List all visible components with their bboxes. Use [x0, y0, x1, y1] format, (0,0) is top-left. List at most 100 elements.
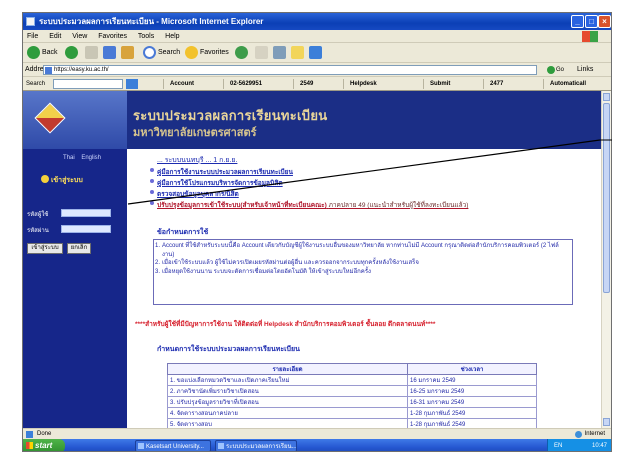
vertical-scrollbar[interactable] [601, 91, 611, 428]
login-sidebar: Thai English เข้าสู่ระบบ รหัสผู้ใช้ รหัส… [23, 149, 127, 428]
search-label[interactable]: Search [158, 49, 180, 56]
lang-english-link[interactable]: English [81, 155, 101, 161]
forward-arrow-icon[interactable] [65, 46, 78, 59]
messenger-icon[interactable] [309, 46, 322, 59]
refresh-icon[interactable] [103, 46, 116, 59]
schedule-col-detail: รายละเอียด [167, 363, 408, 375]
figure-frame: ระบบประมวลผลการเรียนทะเบียน - Microsoft … [0, 0, 620, 460]
username-input[interactable] [61, 209, 111, 217]
back-arrow-icon[interactable] [27, 46, 40, 59]
news-link-3[interactable]: ตรวจสอบข้อมูลบุคลากร/นิสิต [150, 189, 239, 199]
table-cell: 1-28 กุมภาพันธ์ 2549 [407, 407, 537, 419]
table-cell: 1-28 กุมภาพันธ์ 2549 [407, 418, 537, 428]
status-text: Done [37, 431, 52, 437]
menu-view[interactable]: View [72, 33, 87, 40]
favorites-label[interactable]: Favorites [200, 49, 229, 56]
history-icon[interactable] [235, 46, 248, 59]
notice-item-1: Account ที่ใช้สำหรับระบบนี้คือ Account เ… [155, 242, 568, 259]
scroll-down-arrow-icon[interactable] [603, 418, 610, 426]
quicklink-automatically[interactable]: Automaticall [543, 79, 586, 89]
table-cell: 16-25 มกราคม 2549 [407, 385, 537, 397]
menu-edit[interactable]: Edit [49, 33, 61, 40]
site-subtitle: มหาวิทยาลัยเกษตรศาสตร์ [133, 127, 257, 139]
page-icon [45, 67, 52, 74]
language-indicator[interactable]: EN [554, 443, 562, 449]
window-titlebar: ระบบประมวลผลการเรียนทะเบียน - Microsoft … [23, 13, 611, 30]
news-link-4[interactable]: ปรับปรุงข้อมูลการเข้าใช้ระบบ(สำหรับเจ้าห… [149, 200, 469, 210]
notice-heading: ข้อกำหนดการใช้ [157, 229, 209, 236]
quicklink-phone[interactable]: 02-5629951 [223, 79, 262, 89]
toolbar-search-button[interactable] [126, 79, 138, 89]
quicklink-account[interactable]: Account [163, 79, 194, 89]
login-title: เข้าสู่ระบบ [41, 175, 83, 184]
print-icon[interactable] [273, 46, 286, 59]
folder-icon[interactable] [291, 46, 304, 59]
login-button[interactable]: เข้าสู่ระบบ [27, 243, 63, 254]
scroll-thumb[interactable] [603, 103, 610, 293]
table-cell: 5. จัดตารางสอบ [167, 418, 408, 428]
username-label: รหัสผู้ใช้ [27, 212, 49, 218]
cancel-button[interactable]: ยกเลิก [67, 243, 91, 254]
browser-toolbar: Back Search Favorites [23, 43, 611, 63]
main-content: ... ระบบนนทบุรี ... 1 ก.ย.ย. คู่มือการใช… [127, 149, 601, 428]
start-button[interactable]: start [23, 439, 65, 451]
news-heading: ... ระบบนนทบุรี ... 1 ก.ย.ย. [157, 157, 238, 164]
logo-panel [23, 91, 127, 149]
table-cell: 1. ขอแบ่งเลือกหมวดวิชาและเปิดภาคเรียนใหม… [167, 374, 408, 386]
table-row: 3. ปรับปรุงข้อมูลรายวิชาที่เปิดสอน 16-31… [167, 396, 537, 408]
status-bar: Done Internet [23, 428, 611, 439]
quicklink-2549[interactable]: 2549 [293, 79, 313, 89]
taskbar-item-1[interactable]: Kasetsart University... [135, 440, 211, 451]
favorites-star-icon[interactable] [185, 46, 198, 59]
news-link-2[interactable]: คู่มือการใช้โปรแกรมบริหารจัดการข้อมูลนิส… [150, 178, 283, 188]
mail-icon[interactable] [255, 46, 268, 59]
quicklink-submit[interactable]: Submit [423, 79, 450, 89]
table-row: 2. ภาควิชานัดเพิ่มรายวิชาเปิดสอน 16-25 ม… [167, 385, 537, 397]
maximize-button[interactable]: □ [585, 15, 598, 28]
lang-thai-link[interactable]: Thai [63, 155, 75, 161]
window-title: ระบบประมวลผลการเรียนทะเบียน - Microsoft … [39, 17, 264, 26]
quicklink-2477[interactable]: 2477 [483, 79, 503, 89]
news-link-4-text: ปรับปรุงข้อมูลการเข้าใช้ระบบ(สำหรับเจ้าห… [157, 202, 327, 209]
table-cell: 16 มกราคม 2549 [407, 374, 537, 386]
scroll-up-arrow-icon[interactable] [603, 93, 610, 101]
menu-file[interactable]: File [27, 33, 38, 40]
menu-favorites[interactable]: Favorites [98, 33, 127, 40]
schedule-heading: กำหนดการใช้ระบบประมวลผลการเรียนทะเบียน [157, 346, 300, 353]
minimize-button[interactable]: _ [571, 15, 584, 28]
links-toolbar: Search Account 02-5629951 2549 Helpdesk … [23, 77, 611, 91]
home-icon[interactable] [121, 46, 134, 59]
address-bar: Address https://easy.ku.ac.th/ Go Links [23, 63, 611, 77]
news-link-1[interactable]: คู่มือการใช้งานระบบประมวลผลการเรียนทะเบี… [150, 167, 293, 177]
browser-screenshot: ระบบประมวลผลการเรียนทะเบียน - Microsoft … [22, 12, 612, 452]
menu-tools[interactable]: Tools [138, 33, 154, 40]
clock: 10:47 [591, 443, 607, 449]
close-button[interactable]: × [598, 15, 611, 28]
language-switch: Thai English [63, 155, 106, 161]
menu-bar: File Edit View Favorites Tools Help [23, 30, 611, 43]
search-icon[interactable] [143, 46, 156, 59]
links-label[interactable]: Links [577, 63, 593, 77]
system-tray: EN 10:47 [547, 439, 611, 451]
table-cell: 16-31 มกราคม 2549 [407, 396, 537, 408]
schedule-col-period: ช่วงเวลา [407, 363, 537, 375]
address-input[interactable]: https://easy.ku.ac.th/ [43, 65, 537, 75]
go-button[interactable]: Go [547, 65, 571, 75]
windows-logo-icon [582, 31, 598, 42]
news-link-4-note: ภาคปลาย 49 (แนะนำสำหรับผู้ใช้ที่ลงทะเบีย… [328, 202, 469, 209]
table-row: 5. จัดตารางสอบ 1-28 กุมภาพันธ์ 2549 [167, 418, 537, 428]
notice-item-3: เมื่อหยุดใช้งานนาน ระบบจะตัดการเชื่อมต่อ… [155, 268, 568, 277]
quicklink-helpdesk[interactable]: Helpdesk [343, 79, 377, 89]
page-content: ระบบประมวลผลการเรียนทะเบียน มหาวิทยาลัยเ… [23, 91, 601, 428]
taskbar-item-2[interactable]: ระบบประมวลผลการเรียน... [215, 440, 297, 451]
stop-icon[interactable] [85, 46, 98, 59]
site-header: ระบบประมวลผลการเรียนทะเบียน มหาวิทยาลัยเ… [23, 91, 601, 149]
notice-box: Account ที่ใช้สำหรับระบบนี้คือ Account เ… [153, 239, 573, 305]
back-label[interactable]: Back [42, 49, 58, 56]
table-cell: 2. ภาควิชานัดเพิ่มรายวิชาเปิดสอน [167, 385, 408, 397]
menu-help[interactable]: Help [165, 33, 179, 40]
password-label: รหัสผ่าน [27, 228, 49, 234]
university-logo [34, 102, 66, 134]
toolbar-search-input[interactable] [53, 79, 123, 89]
password-input[interactable] [61, 225, 111, 233]
